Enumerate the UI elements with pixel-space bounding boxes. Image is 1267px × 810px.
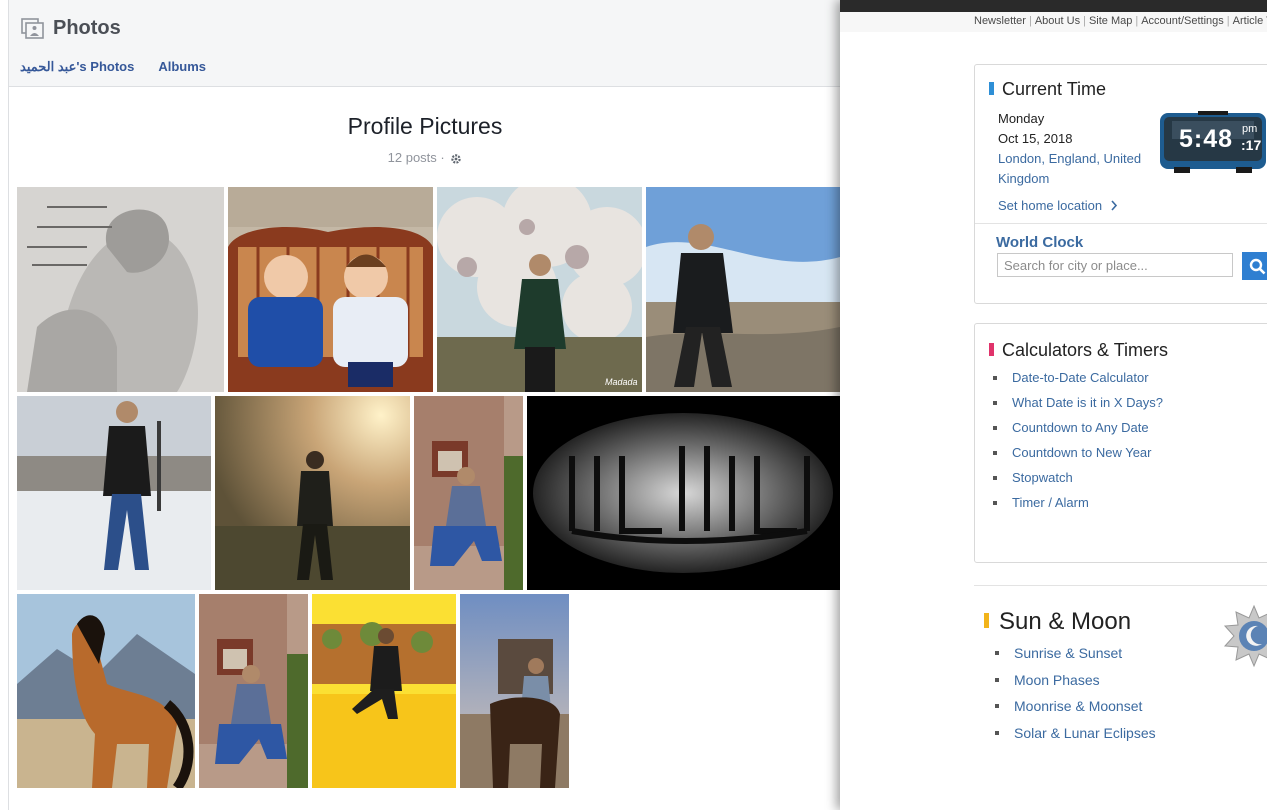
photo-2[interactable]	[228, 187, 433, 392]
calculators-title-text: Calculators & Timers	[1002, 340, 1169, 360]
photo-11[interactable]	[312, 594, 456, 788]
link-site-map[interactable]: Site Map	[1089, 15, 1132, 27]
separator: |	[1028, 15, 1032, 27]
link-solar-lunar-eclipses[interactable]: Solar & Lunar Eclipses	[995, 725, 1156, 752]
clock-icon: 5:48 pm :17	[1160, 111, 1266, 173]
clock-ampm: pm	[1242, 123, 1258, 135]
current-day: Monday	[998, 111, 1045, 126]
current-location-link[interactable]: London, England, United Kingdom	[998, 149, 1158, 189]
photo-10[interactable]	[199, 594, 308, 788]
top-bar	[840, 0, 1267, 12]
calculators-list: Date-to-Date Calculator What Date is it …	[993, 370, 1163, 520]
set-home-location-link[interactable]: Set home location	[998, 198, 1118, 214]
link-account-settings[interactable]: Account/Settings	[1141, 15, 1224, 27]
current-time-title-text: Current Time	[1002, 79, 1107, 99]
calculators-title: Calculators & Timers	[989, 340, 1168, 361]
link-stopwatch[interactable]: Stopwatch	[993, 470, 1163, 495]
current-time-title: Current Time	[989, 79, 1106, 100]
photos-pane: Photos عبد الحميد's Photos Albums Profil…	[0, 0, 840, 810]
divider	[975, 223, 1267, 224]
title-accent-bar	[989, 82, 994, 95]
photo-watermark: Madada	[605, 377, 638, 387]
link-countdown-new-year[interactable]: Countdown to New Year	[993, 445, 1163, 470]
gear-icon[interactable]	[450, 153, 462, 165]
search-icon	[1249, 258, 1266, 280]
current-date: Oct 15, 2018	[998, 131, 1073, 146]
photo-9[interactable]	[17, 594, 195, 788]
link-date-in-x-days[interactable]: What Date is it in X Days?	[993, 395, 1163, 420]
world-clock-title: World Clock	[996, 234, 1084, 251]
link-moon-phases[interactable]: Moon Phases	[995, 672, 1156, 699]
current-time-card: Current Time Monday Oct 15, 2018 London,…	[974, 64, 1267, 304]
photo-8[interactable]	[527, 396, 840, 590]
photo-4[interactable]	[646, 187, 840, 392]
album-post-count: 12 posts ·	[387, 150, 445, 165]
photos-tabs: عبد الحميد's Photos Albums	[20, 59, 206, 75]
link-countdown-any-date[interactable]: Countdown to Any Date	[993, 420, 1163, 445]
chevron-right-icon	[1110, 199, 1118, 214]
photos-title-row: Photos	[21, 16, 121, 40]
link-date-to-date-calculator[interactable]: Date-to-Date Calculator	[993, 370, 1163, 395]
album-meta: 12 posts ·	[9, 150, 840, 165]
photo-7[interactable]	[414, 396, 523, 590]
link-sunrise-sunset[interactable]: Sunrise & Sunset	[995, 645, 1156, 672]
separator: |	[1083, 15, 1086, 27]
link-article[interactable]: Article T	[1233, 15, 1267, 27]
photos-title: Photos	[53, 16, 121, 39]
link-newsletter[interactable]: Newsletter	[974, 15, 1026, 27]
clock-seconds: :17	[1241, 137, 1262, 153]
title-accent-bar	[989, 343, 994, 356]
photo-12[interactable]	[460, 594, 569, 788]
photo-1[interactable]	[17, 187, 224, 392]
world-clock-search-input[interactable]	[997, 253, 1233, 277]
timeanddate-pane: Newsletter | About Us | Site Map | Account/Set…	[840, 0, 1267, 810]
link-timer-alarm[interactable]: Timer / Alarm	[993, 495, 1163, 520]
calculators-card: Calculators & Timers Date-to-Date Calcul…	[974, 323, 1267, 563]
separator: |	[1226, 15, 1230, 27]
photos-icon	[21, 16, 45, 40]
link-moonrise-moonset[interactable]: Moonrise & Moonset	[995, 698, 1156, 725]
title-accent-bar	[984, 613, 989, 628]
link-about-us[interactable]: About Us	[1035, 15, 1080, 27]
separator: |	[1135, 15, 1139, 27]
sun-moon-list: Sunrise & Sunset Moon Phases Moonrise & …	[995, 645, 1156, 751]
clock-time: 5:48	[1179, 125, 1234, 153]
tab-user-photos[interactable]: عبد الحميد's Photos	[20, 59, 134, 75]
photo-3[interactable]: Madada	[437, 187, 642, 392]
search-button[interactable]	[1242, 252, 1267, 280]
photos-header: Photos عبد الحميد's Photos Albums	[8, 0, 840, 87]
photo-5[interactable]	[17, 396, 211, 590]
set-home-location-text: Set home location	[998, 198, 1103, 213]
sun-moon-icon	[1222, 604, 1267, 668]
sun-moon-title-text: Sun & Moon	[999, 608, 1132, 635]
tab-albums[interactable]: Albums	[158, 59, 206, 75]
top-links: Newsletter | About Us | Site Map | Account/Set…	[974, 15, 1267, 27]
photo-6[interactable]	[215, 396, 410, 590]
album-title: Profile Pictures	[347, 113, 503, 139]
sun-moon-title: Sun & Moon	[984, 608, 1131, 636]
sun-moon-section: Sun & Moon Sunrise & Sunset Moon Phases …	[974, 585, 1267, 786]
